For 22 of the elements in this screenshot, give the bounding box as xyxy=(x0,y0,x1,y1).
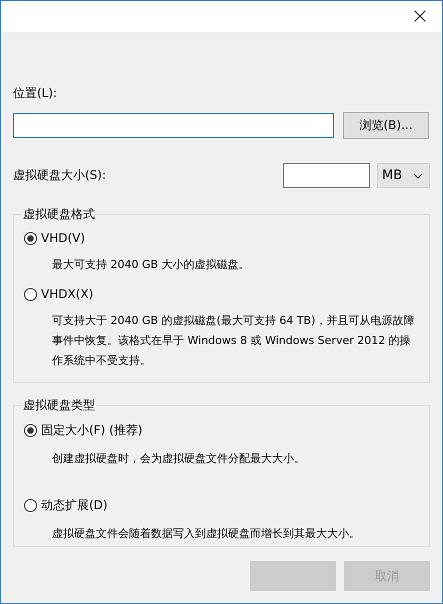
group-title: 虚拟硬盘格式 xyxy=(22,206,96,223)
option-description: 可支持大于 2040 GB 的虚拟磁盘(最大可支持 64 TB)，并且可从电源故障事件中恢复。该格式在早于 Windows 8 或 Windows Server 2012 的操作系统中不受支持。 xyxy=(52,313,416,369)
unit-dropdown[interactable]: MB xyxy=(377,163,430,188)
radio-button[interactable] xyxy=(24,288,37,300)
location-label: 位置(L): xyxy=(13,85,58,102)
radio-label[interactable]: 固定大小(F) (推荐) xyxy=(41,422,142,439)
size-field[interactable] xyxy=(283,163,370,188)
group-title: 虚拟硬盘类型 xyxy=(22,397,96,414)
radio-button[interactable] xyxy=(24,232,37,244)
option-description: 虚拟硬盘文件会随着数据写入到虚拟硬盘而增长到其最大大小。 xyxy=(52,526,361,542)
close-button[interactable]: × xyxy=(398,1,442,32)
option-description: 最大可支持 2040 GB 大小的虚拟磁盘。 xyxy=(52,257,251,273)
radio-button[interactable] xyxy=(24,424,37,437)
radio-label[interactable]: VHD(V) xyxy=(41,231,86,245)
radio-label[interactable]: 动态扩展(D) xyxy=(41,497,108,514)
option-description: 创建虚拟硬盘时，会为虚拟硬盘文件分配最大大小。 xyxy=(52,451,306,467)
chevron-down-icon xyxy=(413,172,423,178)
browse-button[interactable]: 浏览(B)... xyxy=(343,112,429,139)
radio-button[interactable] xyxy=(24,499,37,512)
radio-label[interactable]: VHDX(X) xyxy=(41,287,94,301)
size-label: 虚拟硬盘大小(S): xyxy=(13,168,106,182)
location-field[interactable] xyxy=(13,113,334,138)
